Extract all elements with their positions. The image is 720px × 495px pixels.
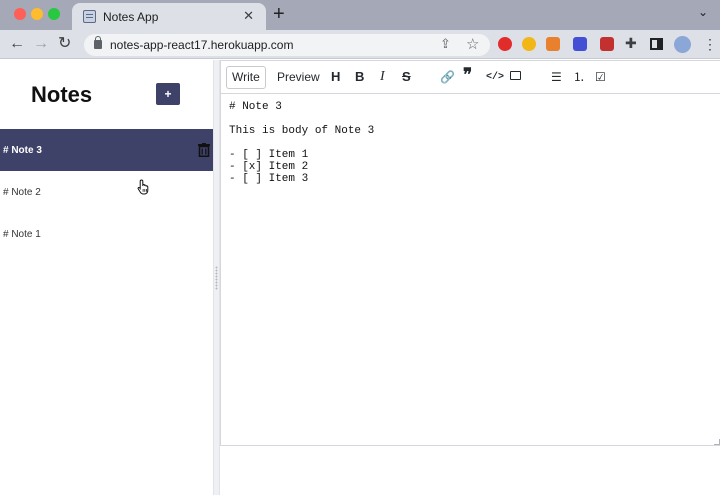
extensions-puzzle-icon[interactable]: ✚	[625, 35, 637, 52]
maximize-window-button[interactable]	[48, 8, 60, 20]
browser-tab-notes-app[interactable]: Notes App ✕	[72, 3, 266, 30]
notes-sidebar: Notes + # Note 3 # Note 2 # Note 1	[0, 60, 213, 495]
link-icon[interactable]: 🔗	[440, 69, 455, 85]
tab-title: Notes App	[103, 10, 159, 24]
heading-icon[interactable]: H	[331, 69, 340, 85]
tab-close-icon[interactable]: ✕	[243, 8, 254, 24]
note-title: # Note 2	[3, 187, 41, 198]
address-bar[interactable]: notes-app-react17.herokuapp.com ⇪ ☆	[84, 34, 490, 56]
back-arrow-icon[interactable]: ←	[9, 34, 25, 54]
pane-resize-handle[interactable]	[213, 60, 220, 495]
hand-cursor-icon	[137, 179, 149, 195]
minimize-window-button[interactable]	[31, 8, 43, 20]
editor-toolbar: Write Preview H B I S 🔗 ❞ </> ☰ ⒈ ☑	[221, 61, 720, 94]
add-note-button[interactable]: +	[156, 83, 180, 105]
markdown-textarea[interactable]: # Note 3 This is body of Note 3 - [ ] It…	[229, 101, 374, 185]
forward-arrow-icon[interactable]: →	[33, 34, 49, 54]
profile-avatar[interactable]	[674, 36, 691, 53]
bold-icon[interactable]: B	[355, 69, 364, 85]
image-icon[interactable]	[510, 71, 521, 80]
bookmark-star-icon[interactable]: ☆	[466, 35, 479, 53]
markdown-editor: Write Preview H B I S 🔗 ❞ </> ☰ ⒈ ☑ # No…	[220, 60, 720, 446]
strikethrough-icon[interactable]: S	[402, 69, 411, 85]
ordered-list-icon[interactable]: ⒈	[573, 69, 585, 85]
textarea-resize-handle[interactable]	[714, 439, 720, 445]
code-icon[interactable]: </>	[486, 70, 504, 86]
notes-favicon-icon	[83, 10, 96, 23]
tab-preview[interactable]: Preview	[272, 66, 325, 89]
extension-yellow-icon[interactable]	[522, 37, 536, 51]
task-list-icon[interactable]: ☑	[595, 69, 606, 85]
quote-icon[interactable]: ❞	[463, 66, 472, 83]
browser-menu-icon[interactable]: ⋮	[703, 35, 717, 53]
browser-toolbar: ← → ↻ notes-app-react17.herokuapp.com ⇪ …	[0, 30, 720, 59]
tab-search-chevron-icon[interactable]: ⌄	[698, 5, 708, 19]
browser-tab-strip: Notes App ✕ + ⌄	[0, 0, 720, 30]
reload-icon[interactable]: ↻	[58, 34, 71, 54]
lock-icon[interactable]	[94, 36, 102, 49]
new-tab-button[interactable]: +	[273, 3, 285, 26]
share-icon[interactable]: ⇪	[440, 36, 451, 52]
note-list-item[interactable]: # Note 1	[0, 213, 213, 255]
extension-red-square-icon[interactable]	[600, 37, 614, 51]
extension-red-icon[interactable]	[498, 37, 512, 51]
extension-fox-icon[interactable]	[546, 37, 560, 51]
note-list-item-active[interactable]: # Note 3	[0, 129, 213, 171]
unordered-list-icon[interactable]: ☰	[551, 69, 562, 85]
page-title: Notes	[31, 82, 93, 107]
close-window-button[interactable]	[14, 8, 26, 20]
drag-grip-icon[interactable]	[215, 266, 218, 290]
italic-icon[interactable]: I	[380, 69, 385, 85]
url-text[interactable]: notes-app-react17.herokuapp.com	[110, 38, 293, 52]
trash-icon[interactable]	[198, 143, 210, 157]
note-list-item[interactable]: # Note 2	[0, 171, 213, 213]
note-title: # Note 3	[3, 145, 42, 156]
tab-write[interactable]: Write	[226, 66, 266, 89]
side-panel-icon[interactable]	[650, 38, 663, 50]
note-title: # Note 1	[3, 229, 41, 240]
extension-blue-icon[interactable]	[573, 37, 587, 51]
